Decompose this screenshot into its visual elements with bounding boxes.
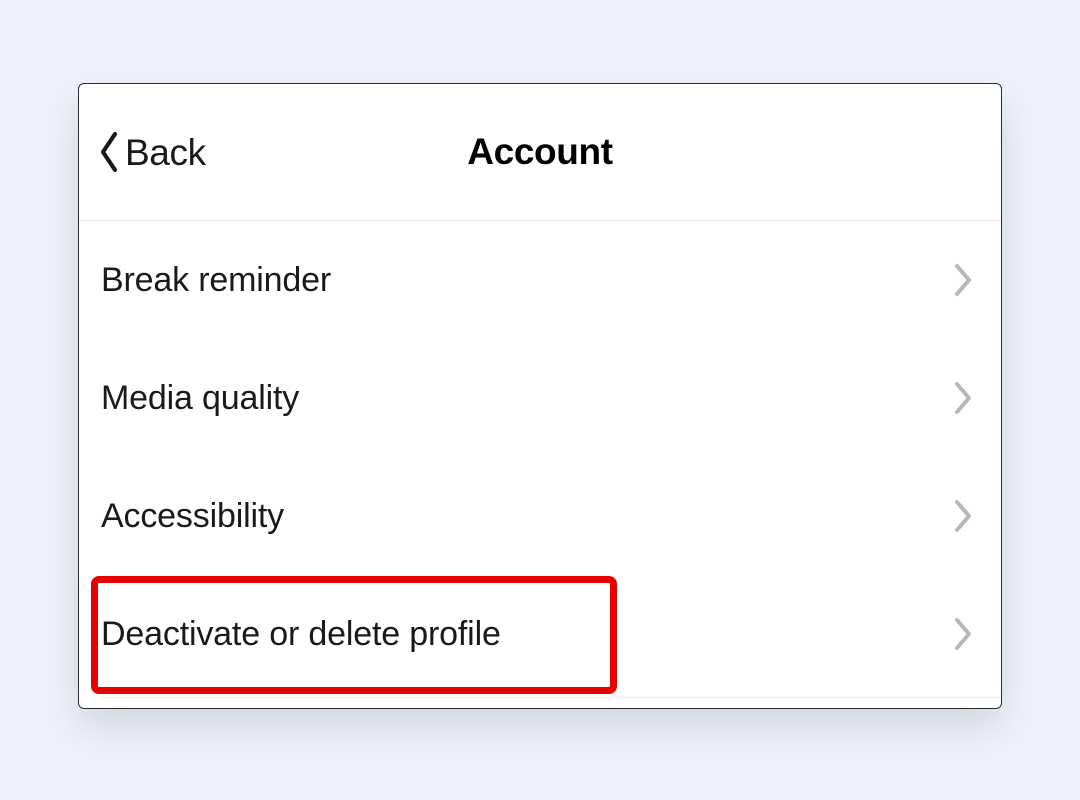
chevron-right-icon [953, 262, 975, 298]
row-label: Break reminder [101, 261, 331, 300]
row-media-quality[interactable]: Media quality [101, 339, 979, 457]
row-break-reminder[interactable]: Break reminder [101, 221, 979, 339]
settings-list: Break reminder Media quality Accessibili… [79, 221, 1001, 693]
settings-panel: Back Account Break reminder Media qualit… [78, 83, 1002, 709]
chevron-right-icon [953, 380, 975, 416]
chevron-right-icon [953, 616, 975, 652]
header-bar: Back Account [79, 84, 1001, 221]
row-label: Deactivate or delete profile [101, 615, 501, 654]
list-bottom-separator [101, 697, 1001, 698]
chevron-right-icon [953, 498, 975, 534]
row-label: Accessibility [101, 497, 284, 536]
chevron-left-icon [95, 130, 123, 174]
row-label: Media quality [101, 379, 299, 418]
page-title: Account [467, 131, 612, 173]
back-button[interactable]: Back [95, 84, 206, 220]
row-deactivate-or-delete-profile[interactable]: Deactivate or delete profile [101, 575, 979, 693]
back-label: Back [125, 134, 206, 171]
row-accessibility[interactable]: Accessibility [101, 457, 979, 575]
